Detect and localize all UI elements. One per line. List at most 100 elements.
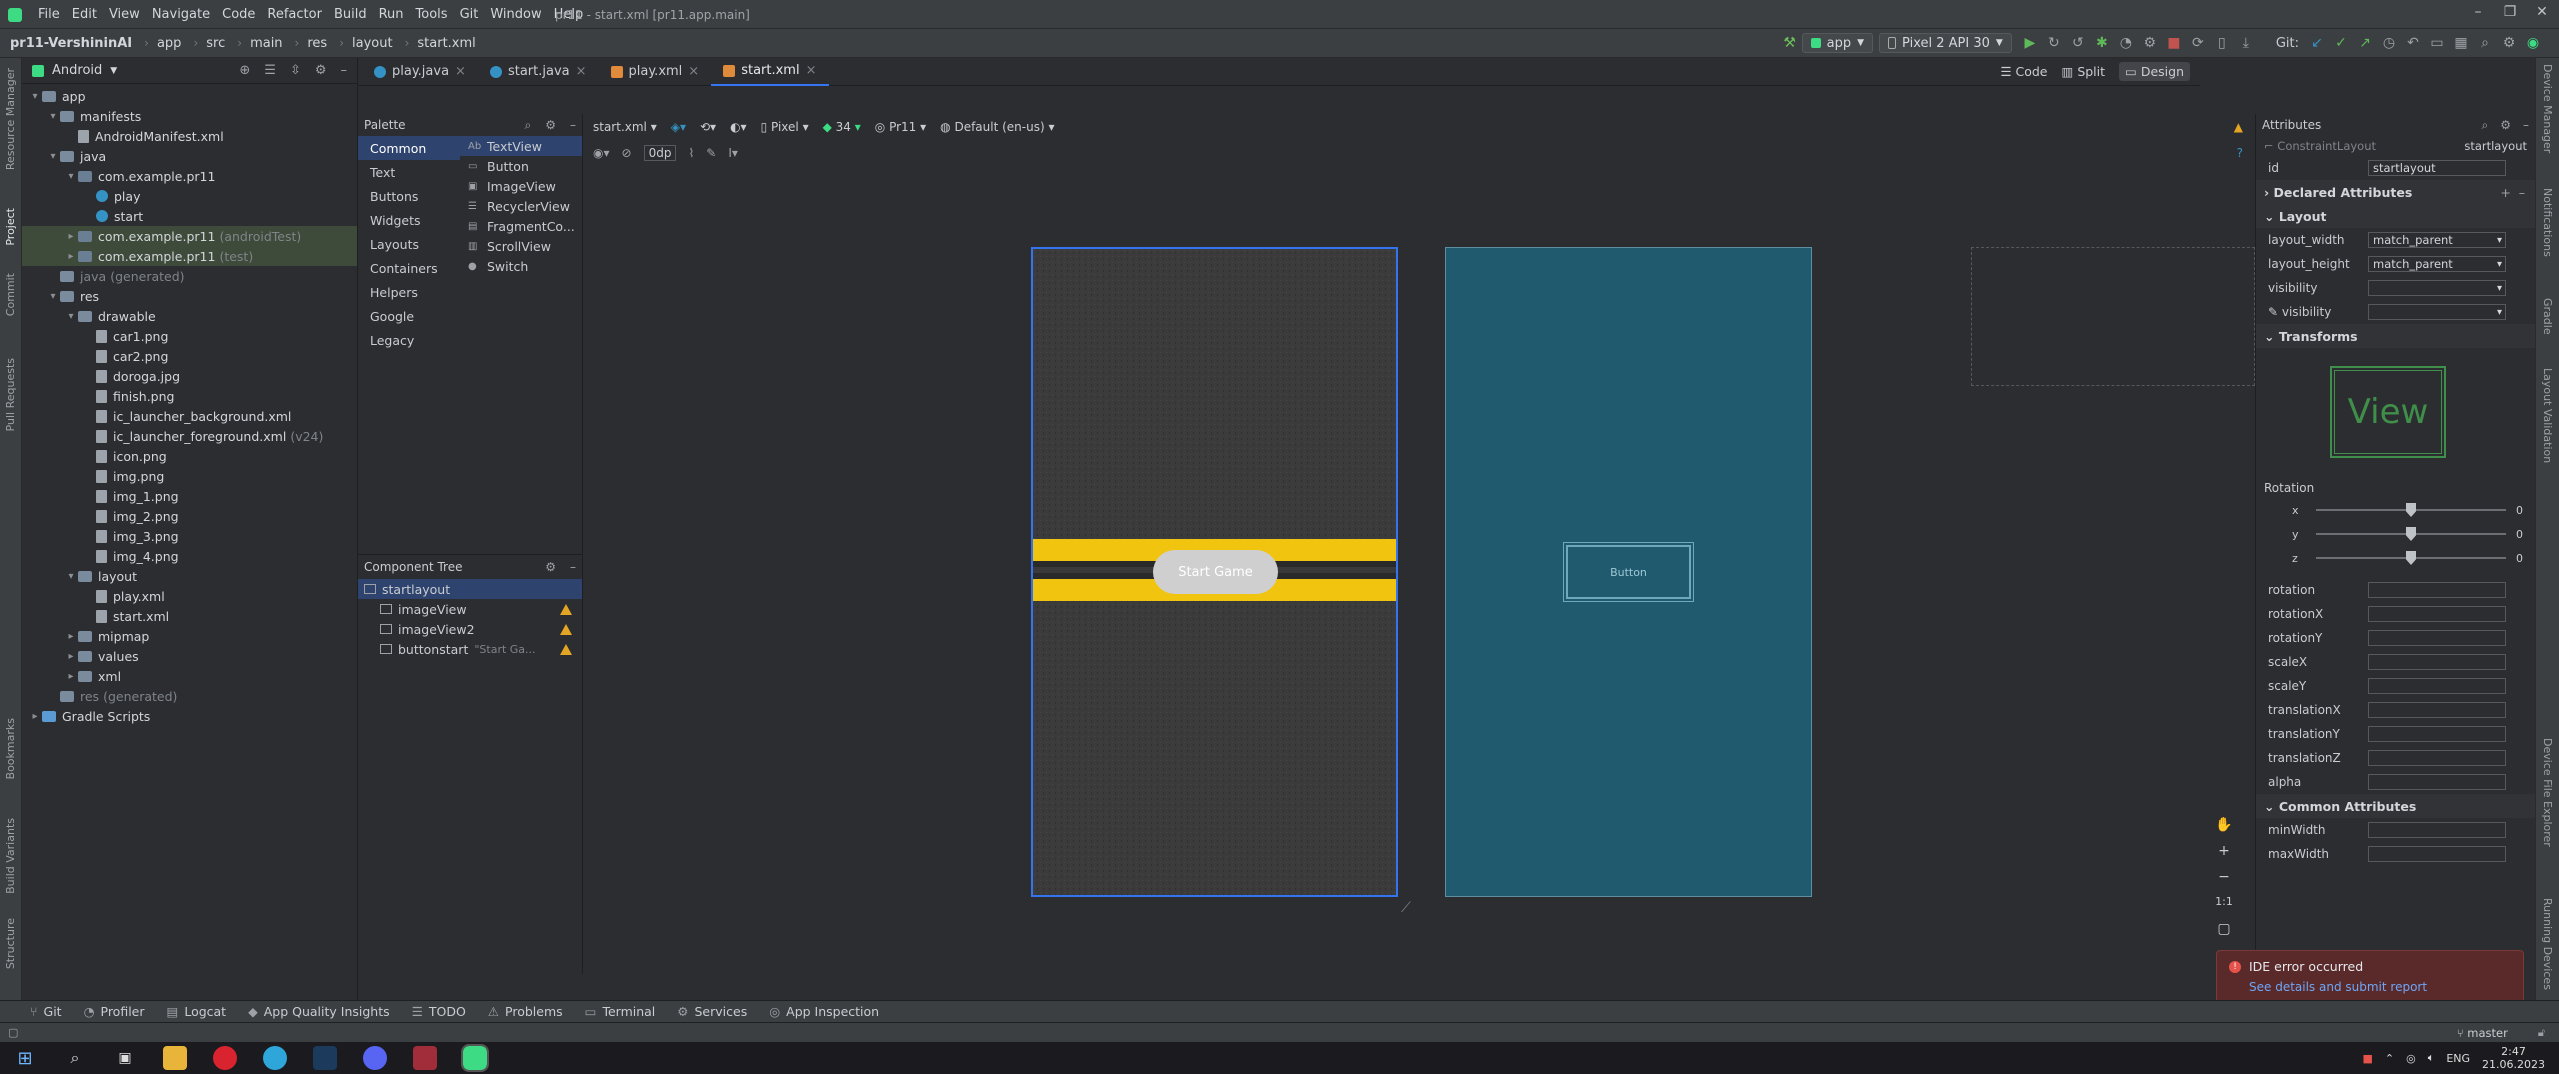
run-config-select[interactable]: app ▼	[1801, 33, 1874, 53]
palette-item-scrollview[interactable]: ▥ ScrollView	[460, 236, 582, 256]
tree-item[interactable]: ▾ layout	[22, 566, 357, 586]
tool-window-profiler[interactable]: ◔ Profiler	[84, 1004, 145, 1019]
hide-icon[interactable]: –	[570, 560, 576, 574]
component-tree-item[interactable]: startlayout	[358, 579, 582, 599]
tree-item[interactable]: play.xml	[22, 586, 357, 606]
debug-icon[interactable]: ✱	[2093, 34, 2111, 52]
help-icon[interactable]: ?	[2237, 146, 2243, 160]
palette-category-legacy[interactable]: Legacy	[358, 328, 460, 352]
file-explorer-icon[interactable]	[163, 1046, 187, 1070]
close-tab-icon[interactable]: ×	[455, 64, 466, 79]
palette-category-google[interactable]: Google	[358, 304, 460, 328]
bookmarks-tab[interactable]: Bookmarks	[4, 718, 17, 779]
attribute-value-input[interactable]	[2368, 606, 2506, 622]
tool-window-todo[interactable]: ☰ TODO	[412, 1004, 466, 1019]
design-view-button[interactable]: ▭ Design	[2119, 62, 2190, 81]
gear-icon[interactable]: ⚙	[2500, 118, 2511, 133]
chevron-down-icon[interactable]: ▾	[2497, 259, 2502, 270]
tree-item[interactable]: ▾ app	[22, 86, 357, 106]
structure-tab[interactable]: Structure	[4, 918, 17, 969]
menu-refactor[interactable]: Refactor	[261, 7, 328, 22]
breadcrumb-item[interactable]: pr11-VershininAI	[10, 36, 132, 51]
maximize-icon[interactable]: ❐	[2495, 4, 2525, 24]
tree-item[interactable]: icon.png	[22, 446, 357, 466]
device-manager-tab[interactable]: Device Manager	[2541, 64, 2554, 153]
palette-category-common[interactable]: Common	[358, 136, 460, 160]
tree-item[interactable]: car2.png	[22, 346, 357, 366]
language-indicator[interactable]: ENG	[2446, 1052, 2470, 1065]
menu-file[interactable]: File	[32, 7, 66, 22]
warning-icon[interactable]	[560, 643, 572, 655]
tree-item[interactable]: AndroidManifest.xml	[22, 126, 357, 146]
slider-thumb[interactable]	[2406, 527, 2416, 541]
search-icon[interactable]: ⌕	[2482, 118, 2489, 133]
tree-item[interactable]: ▸ com.example.pr11 (androidTest)	[22, 226, 357, 246]
lock-icon[interactable]: 🔓︎	[2538, 1026, 2545, 1040]
network-icon[interactable]: ◎	[2406, 1052, 2416, 1065]
tool-window-terminal[interactable]: ▭ Terminal	[585, 1004, 656, 1019]
build-variants-tab[interactable]: Build Variants	[4, 818, 17, 894]
tree-item[interactable]: ▾ drawable	[22, 306, 357, 326]
gradle-tab[interactable]: Gradle	[2541, 298, 2554, 335]
settings-icon[interactable]: ⚙	[2500, 34, 2518, 52]
code-view-button[interactable]: ☰ Code	[2000, 64, 2047, 79]
transforms-section[interactable]: ⌄ Transforms	[2256, 324, 2535, 348]
gear-icon[interactable]: ⚙	[315, 63, 327, 78]
sdk-icon[interactable]: ⤓	[2237, 34, 2255, 52]
palette-item-button[interactable]: ▭ Button	[460, 156, 582, 176]
discord-icon[interactable]	[363, 1046, 387, 1070]
close-tab-icon[interactable]: ×	[688, 64, 699, 79]
palette-category-buttons[interactable]: Buttons	[358, 184, 460, 208]
warning-icon[interactable]	[560, 603, 572, 615]
tool-window-logcat[interactable]: ▤ Logcat	[167, 1004, 227, 1019]
locale-select[interactable]: ◍ Default (en-us) ▾	[940, 120, 1054, 134]
expand-caret-icon[interactable]: ▸	[64, 631, 78, 642]
breadcrumb-item[interactable]: app	[157, 36, 181, 51]
layout-section[interactable]: ⌄ Layout	[2256, 204, 2535, 228]
tree-item[interactable]: car1.png	[22, 326, 357, 346]
tree-item[interactable]: java (generated)	[22, 266, 357, 286]
expand-caret-icon[interactable]: ▾	[46, 151, 60, 162]
common-attributes-section[interactable]: ⌄ Common Attributes	[2256, 794, 2535, 818]
warning-icon[interactable]	[560, 623, 572, 635]
layout-file-select[interactable]: start.xml ▾	[593, 120, 657, 134]
expand-caret-icon[interactable]: ▾	[64, 571, 78, 582]
tree-item[interactable]: ▸ xml	[22, 666, 357, 686]
rotation-slider[interactable]	[2316, 527, 2506, 541]
gear-icon[interactable]: ⚙	[545, 560, 556, 574]
tree-item[interactable]: ic_launcher_background.xml	[22, 406, 357, 426]
chevron-down-icon[interactable]: ▾	[2497, 307, 2502, 318]
expand-caret-icon[interactable]: ▸	[64, 651, 78, 662]
tree-item[interactable]: img_4.png	[22, 546, 357, 566]
git-push-icon[interactable]: ↗	[2356, 34, 2374, 52]
tree-item[interactable]: ▾ res	[22, 286, 357, 306]
tree-item[interactable]: ▾ manifests	[22, 106, 357, 126]
apply-code-changes-icon[interactable]: ↺	[2069, 34, 2087, 52]
stop-icon[interactable]: ■	[2165, 34, 2183, 52]
blueprint-button[interactable]: Button	[1563, 542, 1694, 602]
zoom-to-fit-icon[interactable]: ▢	[2213, 921, 2235, 943]
guidelines-icon[interactable]: I▾	[728, 146, 738, 160]
hide-icon[interactable]: –	[341, 63, 348, 78]
expand-caret-icon[interactable]: ▸	[64, 671, 78, 682]
menu-edit[interactable]: Edit	[66, 7, 103, 22]
zoom-out-icon[interactable]: −	[2213, 869, 2235, 891]
api-select[interactable]: ◆ 34 ▾	[823, 120, 861, 134]
tab-play-java[interactable]: play.java ×	[362, 58, 478, 86]
status-toggle-icon[interactable]: ▢	[8, 1026, 18, 1039]
palette-category-text[interactable]: Text	[358, 160, 460, 184]
expand-caret-icon[interactable]: ▾	[64, 171, 78, 182]
tree-item[interactable]: start.xml	[22, 606, 357, 626]
sync-icon[interactable]: ⟳	[2189, 34, 2207, 52]
windows-start-icon[interactable]: ⊞	[13, 1046, 37, 1070]
history-icon[interactable]: ◷	[2380, 34, 2398, 52]
attribute-value-input[interactable]: match_parent ▾	[2368, 232, 2506, 248]
expand-caret-icon[interactable]: ▾	[64, 311, 78, 322]
project-view-select[interactable]: Android	[52, 63, 102, 78]
menu-view[interactable]: View	[103, 7, 146, 22]
expand-caret-icon[interactable]: ▾	[28, 91, 42, 102]
tool-window-git[interactable]: ⑂ Git	[30, 1004, 62, 1019]
orientation-icon[interactable]: ⟲▾	[700, 120, 716, 134]
clock[interactable]: 2:47 21.06.2023	[2482, 1045, 2545, 1071]
palette-item-imageview[interactable]: ▣ ImageView	[460, 176, 582, 196]
